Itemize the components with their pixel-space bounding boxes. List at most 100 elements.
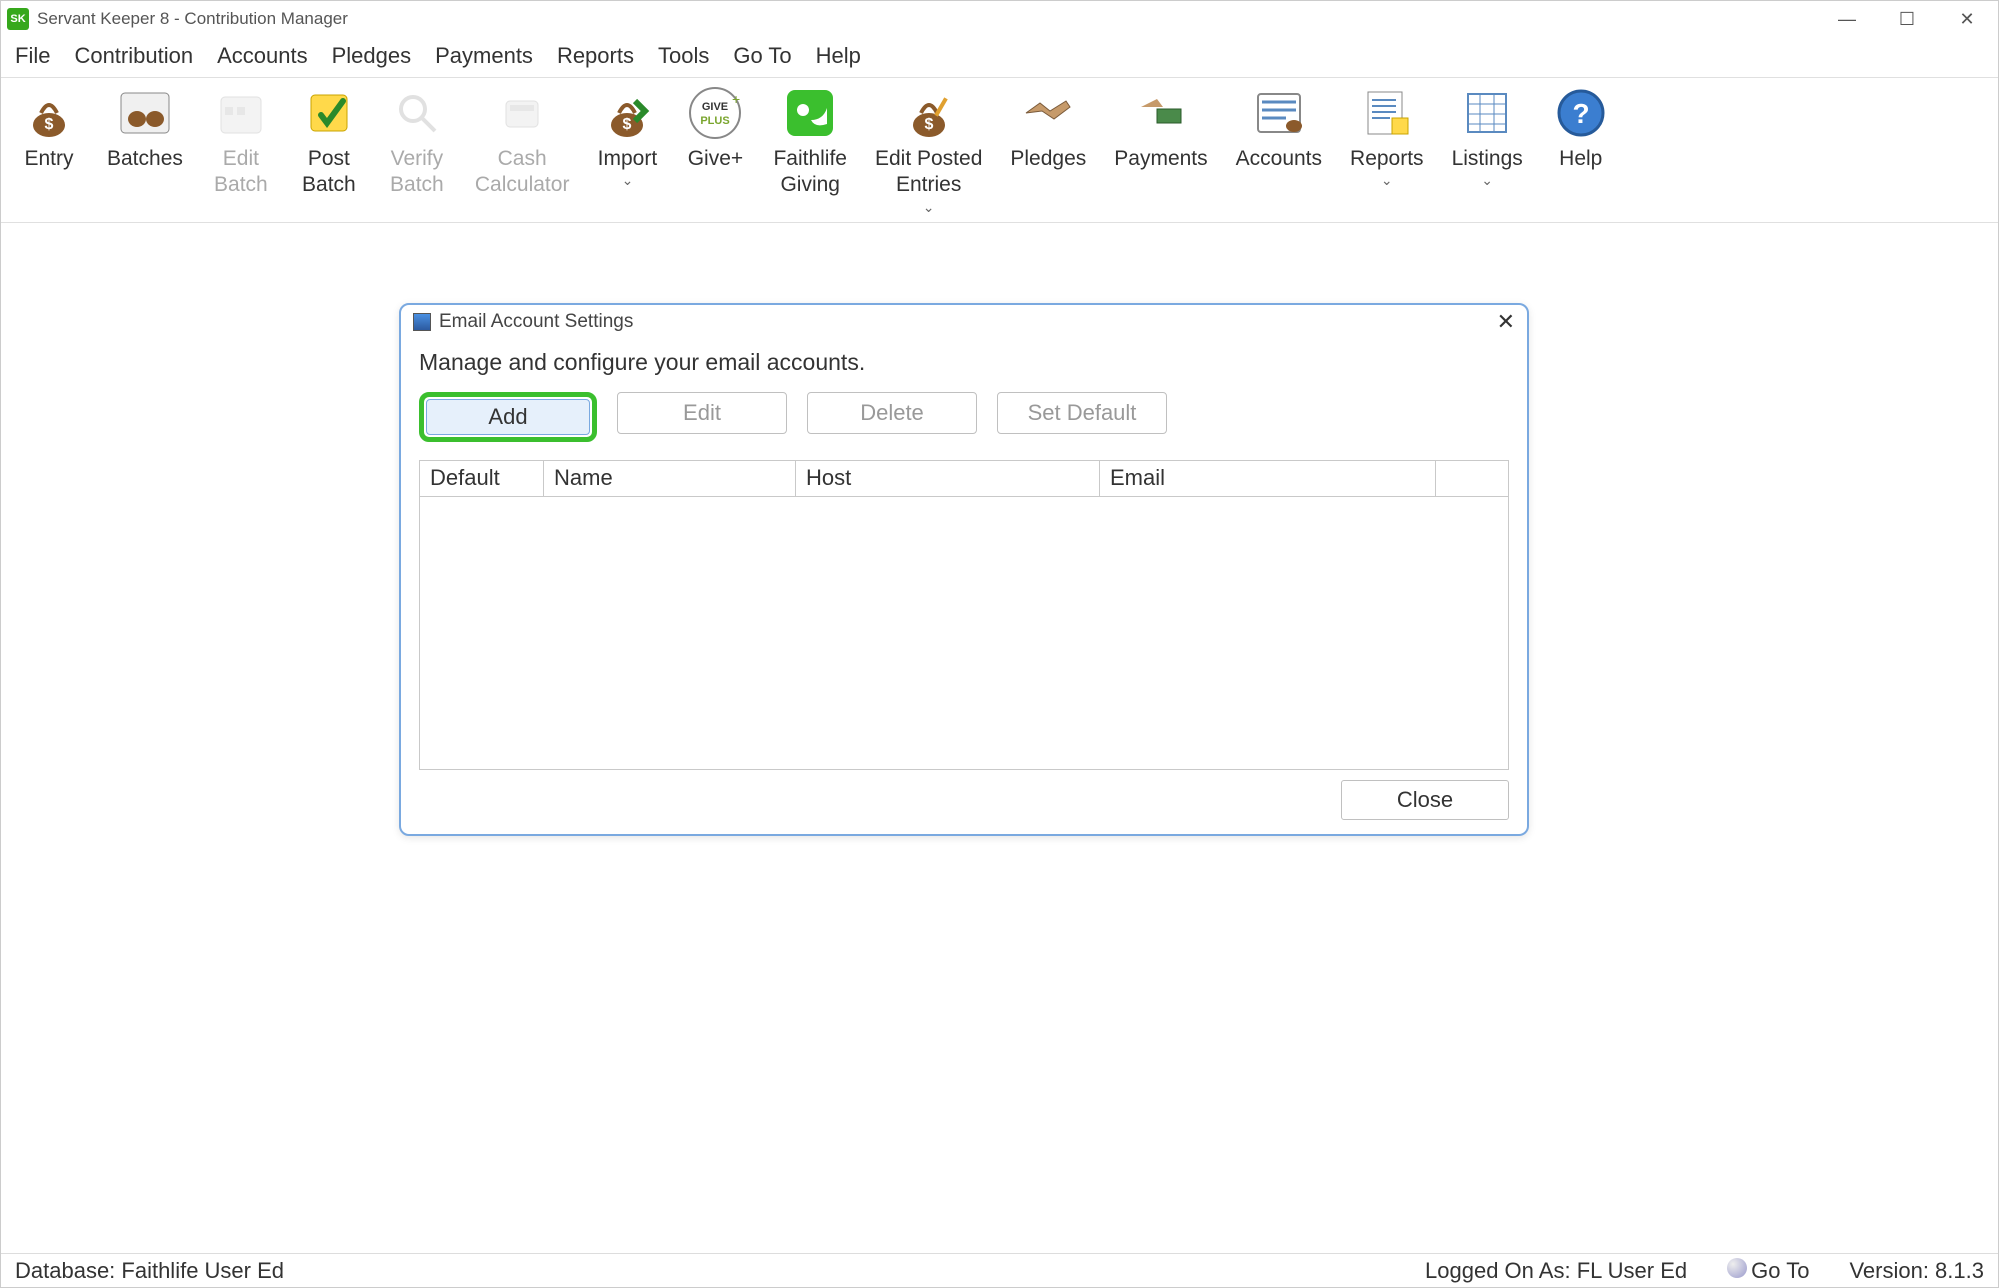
menu-tools[interactable]: Tools bbox=[658, 43, 709, 69]
toolbar-cash-calculator: Cash Calculator bbox=[475, 84, 570, 199]
toolbar-give+[interactable]: GIVE PLUS+ Give+ bbox=[685, 84, 745, 172]
toolbar-pledges[interactable]: Pledges bbox=[1010, 84, 1086, 172]
menu-reports[interactable]: Reports bbox=[557, 43, 634, 69]
chevron-down-icon: ⌄ bbox=[622, 172, 634, 189]
svg-text:+: + bbox=[732, 91, 740, 107]
toolbar-label: Edit Posted Entries bbox=[875, 146, 982, 199]
close-window-button[interactable]: ✕ bbox=[1952, 9, 1982, 30]
dialog-close-icon[interactable]: ✕ bbox=[1497, 309, 1515, 335]
bag-icon: $ bbox=[20, 84, 78, 142]
toolbar-edit-batch: Edit Batch bbox=[211, 84, 271, 199]
menu-payments[interactable]: Payments bbox=[435, 43, 533, 69]
faithlife-icon bbox=[781, 84, 839, 142]
toolbar-post-batch[interactable]: Post Batch bbox=[299, 84, 359, 199]
toolbar-label: Help bbox=[1559, 146, 1602, 172]
status-version: Version: 8.1.3 bbox=[1849, 1258, 1984, 1284]
menubar: File Contribution Accounts Pledges Payments R… bbox=[1, 37, 1998, 78]
accounts-grid[interactable]: Default Name Host Email bbox=[419, 460, 1509, 770]
toolbar-faithlife-giving[interactable]: Faithlife Giving bbox=[773, 84, 847, 199]
menu-go-to[interactable]: Go To bbox=[733, 43, 791, 69]
menu-contribution[interactable]: Contribution bbox=[74, 43, 193, 69]
toolbar-edit-posted-entries[interactable]: $ Edit Posted Entries⌄ bbox=[875, 84, 982, 216]
col-name[interactable]: Name bbox=[544, 461, 796, 496]
svg-text:GIVE: GIVE bbox=[702, 101, 728, 113]
maximize-button[interactable]: ☐ bbox=[1892, 9, 1922, 30]
col-host[interactable]: Host bbox=[796, 461, 1100, 496]
add-button[interactable]: Add bbox=[426, 399, 590, 435]
menu-file[interactable]: File bbox=[15, 43, 50, 69]
menu-pledges[interactable]: Pledges bbox=[332, 43, 412, 69]
toolbar-label: Pledges bbox=[1010, 146, 1086, 172]
toolbar-label: Verify Batch bbox=[390, 146, 444, 199]
calendar-icon bbox=[212, 84, 270, 142]
window-title: Servant Keeper 8 - Contribution Manager bbox=[37, 9, 348, 29]
close-button[interactable]: Close bbox=[1341, 780, 1509, 820]
toolbar-reports[interactable]: Reports⌄ bbox=[1350, 84, 1424, 189]
calc-icon bbox=[493, 84, 551, 142]
toolbar: $ Entry Batches Edit Batch Post Batch Verify … bbox=[1, 78, 1998, 223]
email-settings-dialog: Email Account Settings ✕ Manage and conf… bbox=[399, 303, 1529, 836]
toolbar-label: Post Batch bbox=[302, 146, 356, 199]
dialog-title-text: Email Account Settings bbox=[439, 311, 633, 333]
svg-text:$: $ bbox=[45, 116, 54, 133]
import-icon: $ bbox=[598, 84, 656, 142]
dialog-titlebar: Email Account Settings ✕ bbox=[401, 305, 1527, 339]
statusbar: Database: Faithlife User Ed Logged On As… bbox=[1, 1253, 1998, 1287]
col-spacer bbox=[1436, 461, 1508, 496]
chevron-down-icon: ⌄ bbox=[1381, 172, 1393, 189]
toolbar-label: Import bbox=[598, 146, 658, 172]
batches-icon bbox=[116, 84, 174, 142]
toolbar-entry[interactable]: $ Entry bbox=[19, 84, 79, 172]
app-icon: SK bbox=[7, 8, 29, 30]
titlebar: SK Servant Keeper 8 - Contribution Manag… bbox=[1, 1, 1998, 37]
status-database: Database: Faithlife User Ed bbox=[15, 1258, 284, 1284]
listings-icon bbox=[1458, 84, 1516, 142]
verify-icon bbox=[388, 84, 446, 142]
svg-text:?: ? bbox=[1572, 98, 1589, 129]
col-default[interactable]: Default bbox=[420, 461, 544, 496]
menu-help[interactable]: Help bbox=[816, 43, 861, 69]
dialog-description: Manage and configure your email accounts… bbox=[419, 349, 1509, 376]
content-area: Email Account Settings ✕ Manage and conf… bbox=[1, 223, 1998, 1254]
toolbar-label: Faithlife Giving bbox=[773, 146, 847, 199]
toolbar-batches[interactable]: Batches bbox=[107, 84, 183, 172]
editposted-icon: $ bbox=[900, 84, 958, 142]
svg-text:PLUS: PLUS bbox=[701, 115, 730, 127]
payments-icon bbox=[1132, 84, 1190, 142]
toolbar-payments[interactable]: Payments bbox=[1114, 84, 1207, 172]
post-icon bbox=[300, 84, 358, 142]
toolbar-label: Edit Batch bbox=[214, 146, 268, 199]
dialog-icon bbox=[413, 313, 431, 331]
menu-accounts[interactable]: Accounts bbox=[217, 43, 308, 69]
toolbar-import[interactable]: $ Import⌄ bbox=[597, 84, 657, 189]
toolbar-verify-batch: Verify Batch bbox=[387, 84, 447, 199]
add-button-highlight: Add bbox=[419, 392, 597, 442]
toolbar-label: Reports bbox=[1350, 146, 1424, 172]
status-goto[interactable]: Go To bbox=[1727, 1258, 1809, 1284]
chevron-down-icon: ⌄ bbox=[1481, 172, 1493, 189]
toolbar-label: Give+ bbox=[688, 146, 743, 172]
svg-text:$: $ bbox=[924, 116, 933, 133]
giveplus-icon: GIVE PLUS+ bbox=[686, 84, 744, 142]
help-icon: ? bbox=[1552, 84, 1610, 142]
status-logged-on: Logged On As: FL User Ed bbox=[1425, 1258, 1687, 1284]
set-default-button[interactable]: Set Default bbox=[997, 392, 1167, 434]
toolbar-label: Batches bbox=[107, 146, 183, 172]
chevron-down-icon: ⌄ bbox=[923, 199, 935, 216]
col-email[interactable]: Email bbox=[1100, 461, 1436, 496]
minimize-button[interactable]: — bbox=[1832, 9, 1862, 30]
toolbar-help[interactable]: ? Help bbox=[1551, 84, 1611, 172]
toolbar-label: Entry bbox=[24, 146, 73, 172]
reports-icon bbox=[1358, 84, 1416, 142]
svg-text:$: $ bbox=[623, 116, 632, 133]
pledges-icon bbox=[1019, 84, 1077, 142]
toolbar-listings[interactable]: Listings⌄ bbox=[1452, 84, 1523, 189]
edit-button[interactable]: Edit bbox=[617, 392, 787, 434]
toolbar-label: Cash Calculator bbox=[475, 146, 570, 199]
delete-button[interactable]: Delete bbox=[807, 392, 977, 434]
globe-icon bbox=[1727, 1258, 1747, 1278]
toolbar-label: Accounts bbox=[1236, 146, 1322, 172]
toolbar-label: Payments bbox=[1114, 146, 1207, 172]
toolbar-accounts[interactable]: Accounts bbox=[1236, 84, 1322, 172]
toolbar-label: Listings bbox=[1452, 146, 1523, 172]
